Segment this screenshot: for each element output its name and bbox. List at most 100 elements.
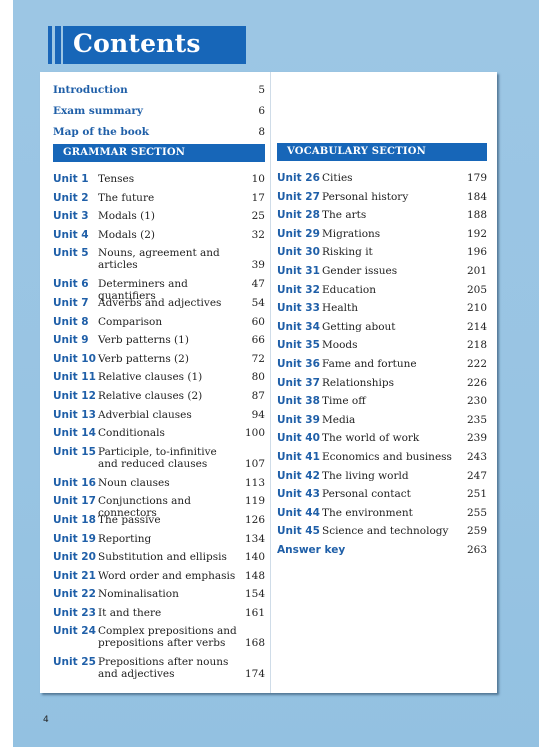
unit-title: Comparison [98, 315, 163, 328]
unit-entry[interactable]: Unit 35 Moods 218 [277, 339, 487, 358]
unit-page: 72 [251, 352, 265, 365]
unit-entry[interactable]: Unit 5 Nouns, agreement and articles 39 [53, 247, 265, 278]
unit-number: Unit 20 [53, 551, 96, 564]
unit-title: Adverbial clauses [98, 408, 192, 421]
unit-entry[interactable]: Unit 8 Comparison 60 [53, 316, 265, 335]
unit-title: Nouns, agreement and articles [98, 247, 220, 272]
unit-entry[interactable]: Unit 39 Media 235 [277, 414, 487, 433]
unit-title: The environment [322, 506, 413, 519]
unit-entry[interactable]: Unit 9 Verb patterns (1) 66 [53, 334, 265, 353]
unit-entry[interactable]: Unit 22 Nominalisation 154 [53, 588, 265, 607]
unit-page: 94 [251, 408, 265, 421]
front-matter-item[interactable]: Introduction 5 [53, 80, 265, 101]
unit-page: 259 [466, 525, 487, 538]
unit-number: Unit 42 [277, 469, 320, 482]
unit-page: 192 [466, 227, 487, 240]
unit-entry[interactable]: Unit 17 Conjunctions and connectors 119 [53, 495, 265, 519]
unit-entry[interactable]: Unit 4 Modals (2) 32 [53, 229, 265, 248]
unit-number: Unit 13 [53, 408, 96, 421]
unit-number: Unit 32 [277, 283, 320, 296]
unit-page: 32 [251, 228, 265, 241]
unit-entry[interactable]: Unit 16 Noun clauses 113 [53, 477, 265, 496]
unit-number: Unit 11 [53, 371, 96, 384]
unit-number: Unit 30 [277, 246, 320, 259]
unit-number: Unit 27 [277, 190, 320, 203]
unit-entry[interactable]: Unit 36 Fame and fortune 222 [277, 358, 487, 377]
answer-key-entry[interactable]: Answer key 263 [277, 544, 487, 562]
unit-entry[interactable]: Unit 30 Risking it 196 [277, 246, 487, 265]
unit-entry[interactable]: Unit 19 Reporting 134 [53, 533, 265, 552]
unit-number: Unit 33 [277, 302, 320, 315]
unit-title: Participle, to-infinitive and reduced cl… [98, 445, 217, 470]
unit-entry[interactable]: Unit 33 Health 210 [277, 302, 487, 321]
unit-entry[interactable]: Unit 26 Cities 179 [277, 172, 487, 191]
unit-number: Unit 9 [53, 334, 89, 347]
unit-page: 66 [251, 334, 265, 347]
unit-entry[interactable]: Unit 15 Participle, to-infinitive and red… [53, 446, 265, 477]
unit-entry[interactable]: Unit 40 The world of work 239 [277, 432, 487, 451]
unit-number: Unit 15 [53, 445, 96, 458]
unit-entry[interactable]: Unit 20 Substitution and ellipsis 140 [53, 551, 265, 570]
unit-entry[interactable]: Unit 42 The living world 247 [277, 470, 487, 489]
unit-page: 255 [466, 506, 487, 519]
unit-entry[interactable]: Unit 6 Determiners and quantifiers 47 [53, 278, 265, 302]
unit-entry[interactable]: Unit 1 Tenses 10 [53, 173, 265, 192]
unit-entry[interactable]: Unit 32 Education 205 [277, 284, 487, 303]
unit-title: Economics and business [322, 450, 452, 463]
unit-page: 201 [466, 264, 487, 277]
unit-entry[interactable]: Unit 2 The future 17 [53, 192, 265, 211]
unit-entry[interactable]: Unit 12 Relative clauses (2) 87 [53, 390, 265, 409]
unit-title: Personal history [322, 190, 409, 203]
unit-entry[interactable]: Unit 34 Getting about 214 [277, 321, 487, 340]
unit-entry[interactable]: Unit 13 Adverbial clauses 94 [53, 409, 265, 428]
unit-number: Unit 24 [53, 625, 96, 638]
front-matter-item[interactable]: Map of the book 8 [53, 122, 265, 143]
column-divider [270, 72, 271, 693]
unit-entry[interactable]: Unit 28 The arts 188 [277, 209, 487, 228]
unit-page: 174 [244, 668, 265, 681]
front-matter-item[interactable]: Exam summary 6 [53, 101, 265, 122]
unit-entry[interactable]: Unit 3 Modals (1) 25 [53, 210, 265, 229]
unit-title: Modals (1) [98, 210, 156, 223]
unit-entry[interactable]: Unit 27 Personal history 184 [277, 191, 487, 210]
header-stripe [55, 26, 61, 64]
unit-entry[interactable]: Unit 7 Adverbs and adjectives 54 [53, 297, 265, 316]
unit-title: Prepositions after nouns and adjectives [98, 656, 229, 681]
unit-page: 87 [251, 389, 265, 402]
unit-entry[interactable]: Unit 44 The environment 255 [277, 507, 487, 526]
unit-entry[interactable]: Unit 31 Gender issues 201 [277, 265, 487, 284]
unit-page: 39 [251, 259, 265, 272]
front-matter-label: Introduction [53, 84, 128, 96]
unit-entry[interactable]: Unit 21 Word order and emphasis 148 [53, 570, 265, 589]
unit-number: Unit 12 [53, 389, 96, 402]
unit-title: Nominalisation [98, 588, 179, 601]
unit-page: 60 [251, 315, 265, 328]
unit-entry[interactable]: Unit 23 It and there 161 [53, 607, 265, 626]
unit-number: Unit 34 [277, 320, 320, 333]
unit-page: 214 [466, 320, 487, 333]
unit-page: 25 [251, 210, 265, 223]
unit-number: Unit 36 [277, 357, 320, 370]
unit-number: Unit 41 [277, 450, 320, 463]
unit-page: 100 [244, 427, 265, 440]
unit-entry[interactable]: Unit 43 Personal contact 251 [277, 488, 487, 507]
unit-entry[interactable]: Unit 11 Relative clauses (1) 80 [53, 371, 265, 390]
unit-entry[interactable]: Unit 24 Complex prepositions and preposit… [53, 625, 265, 656]
unit-entry[interactable]: Unit 14 Conditionals 100 [53, 427, 265, 446]
unit-entry[interactable]: Unit 25 Prepositions after nouns and adje… [53, 656, 265, 687]
unit-number: Unit 37 [277, 376, 320, 389]
unit-page: 251 [466, 488, 487, 501]
unit-title: Personal contact [322, 488, 411, 501]
grammar-section-heading: GRAMMAR SECTION [53, 144, 265, 162]
unit-entry[interactable]: Unit 29 Migrations 192 [277, 228, 487, 247]
unit-number: Unit 3 [53, 210, 89, 223]
unit-page: 184 [466, 190, 487, 203]
unit-page: 154 [244, 588, 265, 601]
unit-entry[interactable]: Unit 41 Economics and business 243 [277, 451, 487, 470]
unit-entry[interactable]: Unit 10 Verb patterns (2) 72 [53, 353, 265, 372]
unit-entry[interactable]: Unit 38 Time off 230 [277, 395, 487, 414]
unit-entry[interactable]: Unit 18 The passive 126 [53, 514, 265, 533]
unit-entry[interactable]: Unit 37 Relationships 226 [277, 377, 487, 396]
unit-number: Unit 38 [277, 395, 320, 408]
unit-entry[interactable]: Unit 45 Science and technology 259 [277, 525, 487, 544]
